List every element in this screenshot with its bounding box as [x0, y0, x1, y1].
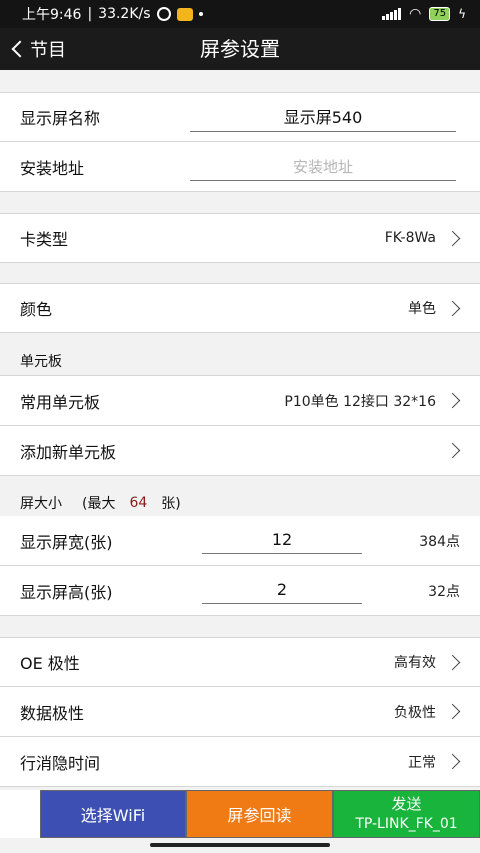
alarm-icon: [156, 7, 171, 21]
chevron-right-icon: [444, 300, 461, 316]
unit-board-section-title: 单元板: [20, 353, 62, 370]
install-address-label: 安装地址: [20, 158, 85, 178]
chevron-left-icon: [11, 40, 29, 58]
screen-size-title: 屏大小: [20, 495, 62, 512]
wifi-icon: ◠: [409, 6, 422, 22]
oe-polarity-value: 高有效: [394, 655, 436, 671]
screen-height-row: 显示屏高(张) 2 32点: [0, 566, 480, 616]
chevron-right-icon: [444, 703, 461, 720]
screen-height-dots: 32点: [428, 583, 460, 600]
data-polarity-row[interactable]: 数据极性 负极性: [0, 687, 480, 737]
dot-icon: [198, 12, 203, 16]
data-polarity-value: 负极性: [394, 704, 436, 721]
screen-width-input[interactable]: 12: [202, 526, 362, 554]
select-wifi-button[interactable]: 选择WiFi: [40, 790, 186, 838]
blanking-time-value: 正常: [408, 754, 436, 771]
oe-polarity-label: OE 极性: [20, 654, 80, 673]
network-speed: 33.2K/s: [98, 6, 151, 22]
max-count: 64: [129, 494, 148, 511]
screen-width-dots: 384点: [419, 533, 460, 550]
back-button[interactable]: 节目: [8, 28, 66, 70]
common-board-row[interactable]: 常用单元板 P10单色 12接口 32*16: [0, 376, 480, 426]
charging-icon: ϟ: [458, 7, 466, 21]
send-network-name: TP-LINK_FK_01: [355, 816, 458, 832]
status-bar: 上午9:46 | 33.2K/s ◠ 75 ϟ: [0, 0, 480, 28]
color-label: 颜色: [20, 300, 53, 319]
signal-icon: [382, 8, 402, 20]
chevron-right-icon: [444, 753, 461, 770]
chevron-right-icon: [444, 392, 461, 409]
screen-width-label: 显示屏宽(张): [20, 532, 113, 552]
message-icon: [176, 7, 193, 21]
max-prefix: (最大: [82, 495, 116, 512]
display-name-row: 显示屏名称 显示屏540: [0, 92, 480, 142]
oe-polarity-row[interactable]: OE 极性 高有效: [0, 637, 480, 687]
chevron-right-icon: [444, 230, 461, 246]
send-button[interactable]: 发送 TP-LINK_FK_01: [333, 790, 480, 838]
add-board-label: 添加新单元板: [20, 442, 117, 462]
max-suffix: 张): [161, 495, 181, 512]
data-polarity-label: 数据极性: [20, 703, 85, 723]
readback-button[interactable]: 屏参回读: [186, 790, 333, 838]
install-address-input[interactable]: 安装地址: [190, 153, 456, 181]
display-name-input[interactable]: 显示屏540: [190, 104, 456, 132]
display-name-label: 显示屏名称: [20, 109, 101, 128]
screen-size-section-header: 屏大小 (最大 64 张): [0, 488, 480, 518]
blanking-time-row[interactable]: 行消隐时间 正常: [0, 737, 480, 787]
screen-width-row: 显示屏宽(张) 12 384点: [0, 516, 480, 566]
back-label: 节目: [30, 40, 66, 61]
common-board-value: P10单色 12接口 32*16: [284, 393, 436, 410]
card-type-value: FK-8Wa: [384, 230, 436, 246]
nav-bar: 屏参设置 节目: [0, 28, 480, 70]
screen-height-label: 显示屏高(张): [20, 582, 113, 602]
page-title: 屏参设置: [200, 37, 280, 61]
common-board-label: 常用单元板: [20, 392, 101, 412]
bottom-action-bar: 选择WiFi 屏参回读 发送 TP-LINK_FK_01: [0, 790, 480, 838]
color-row[interactable]: 颜色 单色: [0, 283, 480, 333]
unit-board-section-header: 单元板: [0, 346, 480, 376]
screen-height-input[interactable]: 2: [202, 576, 362, 604]
add-board-row[interactable]: 添加新单元板: [0, 426, 480, 476]
card-type-row[interactable]: 卡类型 FK-8Wa: [0, 213, 480, 263]
install-address-row: 安装地址 安装地址: [0, 142, 480, 192]
blanking-time-label: 行消隐时间: [20, 753, 101, 773]
color-value: 单色: [408, 301, 436, 317]
battery-icon: 75: [429, 7, 451, 21]
chevron-right-icon: [444, 654, 461, 670]
card-type-label: 卡类型: [20, 230, 69, 249]
chevron-right-icon: [444, 442, 461, 459]
home-indicator[interactable]: [150, 843, 330, 847]
status-time: 上午9:46: [22, 7, 82, 23]
